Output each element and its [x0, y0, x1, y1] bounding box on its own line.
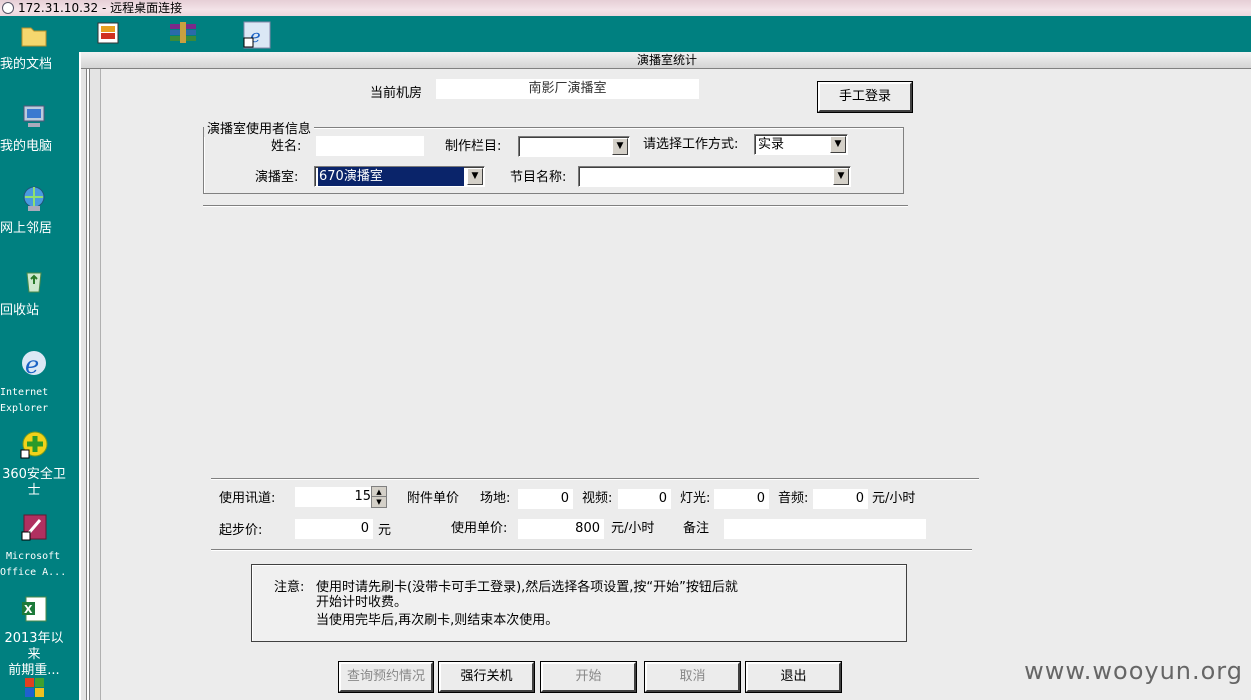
- window-left-border: [81, 69, 101, 700]
- program-select[interactable]: ▼: [578, 166, 851, 187]
- divider-top: [203, 205, 908, 207]
- video-label: 视频:: [582, 491, 613, 506]
- paint-app-icon[interactable]: [96, 20, 124, 48]
- cancel-button[interactable]: 取消: [644, 661, 741, 693]
- venue-label: 场地:: [480, 491, 511, 506]
- usage-channel-spinner[interactable]: ▲ ▼: [371, 486, 387, 508]
- divider-pricing-bottom: [211, 549, 972, 551]
- studio-selected-value: 670演播室: [318, 167, 464, 186]
- spin-down-icon[interactable]: ▼: [372, 497, 386, 507]
- usage-channel-label: 使用讯道:: [219, 491, 276, 506]
- svg-text:e: e: [25, 351, 39, 378]
- column-label: 制作栏目:: [445, 139, 502, 154]
- notice-line-1: 使用时请先刷卡(没带卡可手工登录),然后选择各项设置,按“开始”按钮后就: [316, 580, 738, 595]
- start-button[interactable]: 开始: [540, 661, 637, 693]
- desktop-icon-microsoft-office-access[interactable]: Microsoft Office A...: [0, 512, 68, 578]
- query-reservation-button[interactable]: 查询预约情况: [338, 661, 434, 693]
- usage-unit-price-unit: 元/小时: [611, 521, 655, 536]
- chevron-down-icon[interactable]: ▼: [830, 136, 846, 153]
- excel-icon: X: [22, 596, 47, 622]
- remark-input[interactable]: [724, 519, 926, 539]
- current-room-field: 南影厂演播室: [436, 79, 699, 99]
- venue-input[interactable]: 0: [518, 489, 573, 509]
- notice-prefix: 注意:: [274, 580, 305, 595]
- notice-box: 注意: 使用时请先刷卡(没带卡可手工登录),然后选择各项设置,按“开始”按钮后就…: [251, 564, 907, 642]
- audio-unit-label: 元/小时: [872, 491, 916, 506]
- desktop-icon-my-documents[interactable]: 我的文档: [0, 20, 68, 72]
- notice-line-3: 当使用完毕后,再次刷卡,则结束本次使用。: [316, 613, 559, 628]
- remote-desktop-title-bar: 172.31.10.32 - 远程桌面连接: [0, 0, 1251, 16]
- lighting-label: 灯光:: [680, 491, 711, 506]
- column-select[interactable]: ▼: [518, 136, 630, 157]
- divider-pricing-top: [211, 478, 979, 480]
- desktop-icon-excel-file[interactable]: X 2013年以来 前期重...: [0, 594, 68, 678]
- ie-icon: e: [22, 351, 46, 379]
- force-shutdown-button[interactable]: 强行关机: [438, 661, 535, 693]
- chevron-down-icon[interactable]: ▼: [833, 168, 849, 185]
- name-label: 姓名:: [271, 139, 302, 154]
- lighting-input[interactable]: 0: [714, 489, 769, 509]
- studio-select[interactable]: 670演播室 ▼: [314, 166, 485, 187]
- exit-button[interactable]: 退出: [745, 661, 842, 693]
- desktop-icon-internet-explorer[interactable]: e Internet Explorer: [0, 348, 68, 414]
- remote-desktop-icon: [2, 2, 14, 14]
- computer-icon: [23, 105, 45, 127]
- desktop-icon-recycle-bin[interactable]: 回收站: [0, 266, 68, 318]
- usage-unit-price-input[interactable]: 800: [518, 519, 604, 539]
- audio-label: 音频:: [778, 491, 809, 506]
- 360-shield-icon: [20, 431, 48, 459]
- start-price-label: 起步价:: [219, 523, 263, 538]
- manual-login-button[interactable]: 手工登录: [817, 81, 913, 113]
- desktop-icon-my-computer[interactable]: 我的电脑: [0, 102, 68, 154]
- window-title: 演播室统计: [636, 53, 697, 67]
- program-label: 节目名称:: [510, 170, 567, 185]
- desktop-icon-network-places[interactable]: 网上邻居: [0, 184, 68, 236]
- video-input[interactable]: 0: [618, 489, 671, 509]
- desktop-icon-360-safe[interactable]: 360安全卫士: [0, 430, 68, 498]
- work-mode-select[interactable]: 实录 ▼: [754, 134, 848, 155]
- svg-text:X: X: [24, 603, 33, 616]
- folder-icon: [21, 27, 47, 47]
- ie-shortcut-icon[interactable]: e: [242, 20, 271, 49]
- desktop-icon-partial[interactable]: [0, 676, 68, 700]
- start-price-unit: 元: [378, 523, 392, 538]
- work-mode-label: 请选择工作方式:: [643, 137, 739, 152]
- watermark: www.wooyun.org: [1024, 657, 1243, 685]
- chevron-down-icon[interactable]: ▼: [467, 168, 483, 185]
- access-icon: [21, 514, 47, 541]
- studio-user-info-legend: 演播室使用者信息: [204, 118, 315, 137]
- winrar-icon[interactable]: [168, 20, 196, 48]
- network-icon: [23, 186, 45, 211]
- chevron-down-icon[interactable]: ▼: [612, 138, 628, 155]
- remark-label: 备注: [683, 521, 710, 536]
- studio-label: 演播室:: [255, 170, 299, 185]
- notice-line-2: 开始计时收费。: [316, 595, 408, 610]
- start-price-input[interactable]: 0: [295, 519, 373, 539]
- spin-up-icon[interactable]: ▲: [372, 487, 386, 497]
- attachment-unit-label: 附件单价: [407, 491, 460, 506]
- usage-unit-price-label: 使用单价:: [451, 521, 508, 536]
- recycle-bin-icon: [26, 272, 42, 293]
- remote-desktop-title: 172.31.10.32 - 远程桌面连接: [18, 1, 183, 15]
- name-input[interactable]: [316, 136, 424, 156]
- usage-channel-input[interactable]: 15: [295, 487, 375, 507]
- studio-stats-window: 演播室统计 当前机房 南影厂演播室 手工登录 演播室使用者信息 姓名: 制作栏目…: [79, 52, 1251, 700]
- windows-flag-icon: [25, 678, 44, 697]
- audio-input[interactable]: 0: [813, 489, 868, 509]
- window-title-bar: 演播室统计: [81, 52, 1251, 69]
- current-room-label: 当前机房: [370, 86, 423, 101]
